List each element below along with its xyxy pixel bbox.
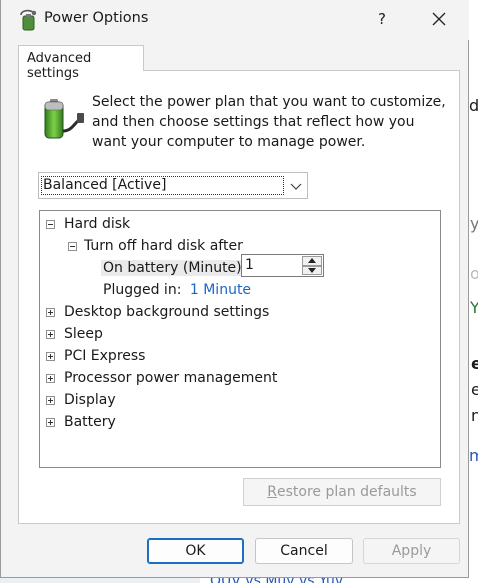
on-battery-value: 1 (245, 257, 254, 273)
tree-item-label: Hard disk (64, 216, 131, 232)
arrow-down-icon (308, 267, 316, 273)
title-bar: Power Options ? (1, 0, 469, 40)
plugged-in-value-link[interactable]: 1 Minute (190, 282, 251, 298)
background-fragment: o (470, 264, 478, 283)
collapse-icon[interactable] (46, 220, 55, 229)
expand-icon[interactable] (46, 396, 55, 405)
expand-icon[interactable] (46, 374, 55, 383)
plugged-in-label: Plugged in: (103, 282, 182, 298)
expand-icon[interactable] (46, 308, 55, 317)
setting-on-battery[interactable]: On battery (Minute): (101, 259, 249, 277)
intro-text: Select the power plan that you want to c… (92, 94, 446, 150)
background-fragment: d (469, 96, 478, 115)
tree-item-label: Battery (64, 414, 116, 430)
expand-icon[interactable] (46, 352, 55, 361)
background-fragment: e (471, 354, 478, 373)
close-icon (432, 12, 446, 26)
collapse-icon[interactable] (68, 242, 77, 251)
background-fragment: n (471, 406, 478, 425)
expand-icon[interactable] (46, 418, 55, 427)
tree-item-label: Processor power management (64, 370, 278, 386)
restore-label: estore plan defaults (277, 484, 417, 500)
setting-plugged-in: Plugged in: 1 Minute (103, 281, 251, 299)
expand-icon[interactable] (46, 330, 55, 339)
tab-advanced-settings[interactable]: Advanced settings (18, 45, 144, 81)
restore-plan-defaults-button[interactable]: Restore plan defaults (243, 478, 441, 506)
spin-up-button[interactable] (302, 256, 322, 266)
background-fragment: Y (470, 298, 478, 317)
tree-item-label: Sleep (64, 326, 103, 342)
power-plan-selected: Balanced [Active] (41, 176, 284, 195)
background-window (468, 0, 478, 583)
background-fragment: y (470, 214, 478, 233)
power-plan-dropdown[interactable]: Balanced [Active] (38, 172, 308, 199)
advanced-settings-panel: Select the power plan that you want to c… (18, 70, 460, 524)
close-button[interactable] (416, 0, 462, 38)
on-battery-spinner[interactable]: 1 (241, 254, 324, 277)
help-button[interactable]: ? (359, 0, 405, 38)
arrow-up-icon (308, 258, 316, 264)
tree-item-label: PCI Express (64, 348, 146, 364)
background-fragment: e (471, 380, 478, 399)
ok-button[interactable]: OK (147, 538, 244, 564)
background-fragment: m (469, 446, 478, 465)
power-options-dialog: Power Options ? Advanced settings Select… (0, 0, 469, 578)
restore-accelerator: R (267, 484, 277, 500)
apply-button[interactable]: Apply (363, 538, 460, 564)
tree-item-label: Display (64, 392, 116, 408)
spin-down-button[interactable] (302, 265, 322, 275)
power-options-icon (20, 9, 37, 31)
chevron-down-icon (290, 183, 302, 190)
battery-icon (44, 99, 84, 139)
tree-item-label: Desktop background settings (64, 304, 270, 320)
cancel-button[interactable]: Cancel (255, 538, 353, 564)
on-battery-label: On battery (Minute): (101, 260, 249, 276)
settings-tree[interactable]: Hard disk Turn off hard disk after On ba… (39, 210, 441, 468)
window-title: Power Options (44, 10, 149, 26)
tree-item-label: Turn off hard disk after (84, 238, 243, 254)
